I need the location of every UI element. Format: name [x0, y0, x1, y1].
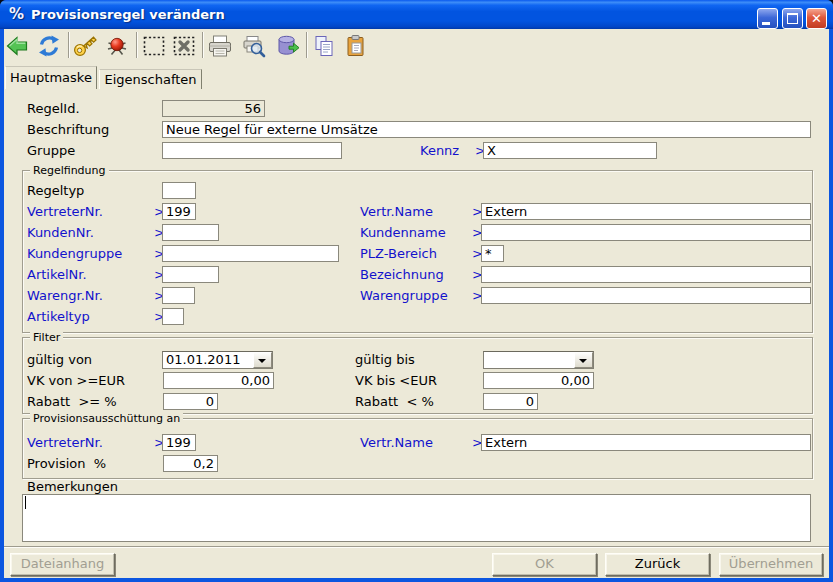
ausschuettung-vertreternr-label: VertreterNr. [27, 435, 103, 451]
kundengruppe-field[interactable] [162, 245, 339, 262]
beschriftung-field[interactable]: Neue Regel für externe Umsätze [162, 121, 811, 138]
kennz-label: Kennz [420, 143, 459, 159]
bezeichnung-field[interactable] [481, 266, 811, 283]
dialog-body: Hauptmaske Eigenschaften RegelId. 56 Bes… [4, 29, 829, 578]
regelfindung-title: Regelfindung [30, 164, 109, 177]
artikeltyp-field[interactable] [162, 308, 184, 325]
warengrnr-field[interactable] [162, 287, 195, 304]
provision-label: Provision % [27, 456, 106, 472]
ok-button[interactable]: OK [492, 553, 597, 576]
bemerkungen-textarea[interactable] [22, 494, 811, 542]
regeltyp-label: Regeltyp [27, 183, 84, 199]
clear-selection-icon[interactable] [172, 34, 196, 58]
vertrname-field[interactable]: Extern [481, 203, 811, 220]
back-icon[interactable] [5, 34, 29, 58]
bezeichnung-label: Bezeichnung [360, 267, 444, 283]
gueltig-von-combobox[interactable]: 01.01.2011 [162, 351, 273, 369]
dateianhang-button[interactable]: Dateianhang [10, 553, 115, 576]
regelid-field: 56 [162, 100, 265, 117]
zurueck-button[interactable]: Zurück [605, 553, 710, 576]
rabatt-bis-field[interactable]: 0 [483, 393, 538, 410]
artikeltyp-label: Artikeltyp [27, 309, 90, 325]
rabatt-von-label: Rabatt >= % [27, 394, 117, 410]
plzbereich-label: PLZ-Bereich [360, 246, 437, 262]
regeltyp-field[interactable] [162, 182, 196, 199]
artikelnr-label: ArtikelNr. [27, 267, 87, 283]
key-icon[interactable] [73, 34, 97, 58]
select-rect-icon[interactable] [142, 34, 166, 58]
ausschuettung-vertrname-label: Vertr.Name [360, 435, 433, 451]
spider-icon[interactable] [105, 34, 129, 58]
dropdown-arrow-icon[interactable] [253, 352, 272, 368]
vertreternr-field[interactable]: 199 [162, 203, 196, 220]
kundenname-label: Kundenname [360, 225, 446, 241]
tab-eigenschaften-label: Eigenschaften [104, 72, 196, 87]
vk-von-label: VK von >=EUR [27, 373, 125, 389]
vk-bis-label: VK bis <EUR [355, 373, 437, 389]
window-icon: % [9, 5, 27, 23]
vk-von-field[interactable]: 0,00 [163, 372, 274, 389]
tab-hauptmaske[interactable]: Hauptmaske [5, 66, 97, 89]
regelid-label: RegelId. [27, 101, 80, 117]
kundennr-field[interactable] [162, 224, 219, 241]
maximize-button[interactable] [782, 8, 803, 29]
gueltig-bis-label: gültig bis [355, 352, 415, 368]
print-preview-icon[interactable] [242, 34, 266, 58]
paste-icon[interactable] [344, 34, 368, 58]
kundenname-field[interactable] [481, 224, 811, 241]
gruppe-field[interactable] [162, 142, 342, 159]
print-icon[interactable] [208, 34, 232, 58]
bottom-separator [4, 546, 829, 548]
kennz-field[interactable]: X [483, 142, 657, 159]
vertreternr-label: VertreterNr. [27, 204, 103, 220]
plzbereich-field[interactable]: * [481, 245, 504, 262]
bemerkungen-label: Bemerkungen [27, 479, 118, 495]
dialog-window: % Provisionsregel verändern [0, 0, 833, 582]
vk-bis-field[interactable]: 0,00 [483, 372, 594, 389]
warengruppe-field[interactable] [481, 287, 811, 304]
close-button[interactable] [806, 8, 827, 29]
artikelnr-field[interactable] [162, 266, 219, 283]
tab-hauptmaske-label: Hauptmaske [10, 70, 92, 85]
kundengruppe-label: Kundengruppe [27, 246, 122, 262]
uebernehmen-button[interactable]: Übernehmen [719, 553, 823, 576]
gruppe-label: Gruppe [27, 143, 75, 159]
gueltig-bis-combobox[interactable] [483, 351, 594, 369]
warengrnr-label: Warengr.Nr. [27, 288, 103, 304]
window-title: Provisionsregel verändern [31, 7, 225, 23]
text-caret [25, 496, 26, 509]
rabatt-bis-label: Rabatt < % [355, 394, 434, 410]
ausschuettung-title: Provisionsausschüttung an [30, 412, 183, 425]
vertrname-label: Vertr.Name [360, 204, 433, 220]
dropdown-arrow-icon[interactable] [574, 352, 593, 368]
copy-icon[interactable] [312, 34, 336, 58]
ausschuettung-vertreternr-field[interactable]: 199 [162, 434, 196, 451]
refresh-icon[interactable] [37, 34, 61, 58]
beschriftung-label: Beschriftung [27, 122, 109, 138]
ausschuettung-vertrname-field[interactable]: Extern [481, 434, 811, 451]
gueltig-von-label: gültig von [27, 352, 92, 368]
rabatt-von-field[interactable]: 0 [163, 393, 218, 410]
toolbar-separator [136, 32, 138, 58]
provision-field[interactable]: 0,2 [163, 455, 218, 472]
toolbar-separator [202, 32, 204, 58]
filter-title: Filter [30, 331, 63, 344]
warengruppe-label: Warengruppe [360, 288, 448, 304]
minimize-button[interactable] [757, 8, 778, 29]
tab-eigenschaften[interactable]: Eigenschaften [99, 69, 202, 89]
export-database-icon[interactable] [276, 34, 300, 58]
kundennr-label: KundenNr. [27, 225, 94, 241]
titlebar: % Provisionsregel verändern [0, 0, 833, 29]
toolbar-separator [68, 32, 70, 58]
gueltig-von-value: 01.01.2011 [166, 352, 240, 367]
toolbar-separator [306, 32, 308, 58]
